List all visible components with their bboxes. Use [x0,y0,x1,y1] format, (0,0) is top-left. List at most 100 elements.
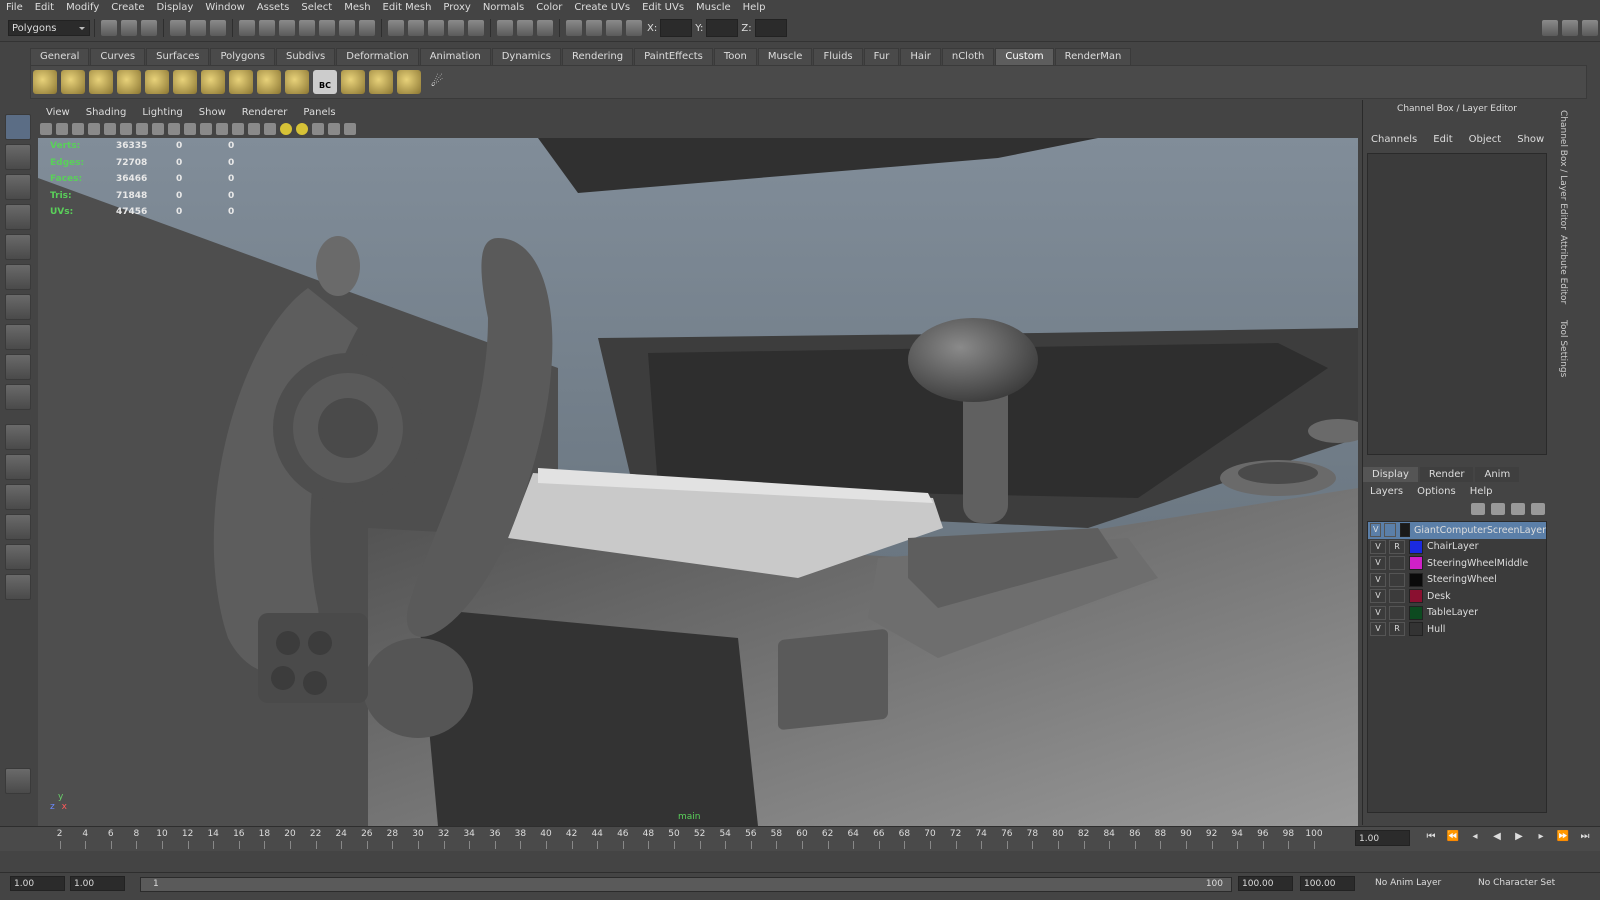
shelf-tab-renderman[interactable]: RenderMan [1054,48,1132,65]
channel-menu-show[interactable]: Show [1509,134,1552,145]
snap-curve-icon[interactable] [259,20,275,36]
menu-edit-mesh[interactable]: Edit Mesh [377,0,438,15]
layer-display-type-toggle[interactable] [1389,556,1405,571]
tab-attribute-editor[interactable]: Attribute Editor [1558,235,1568,304]
layer-color-swatch[interactable] [1409,589,1423,604]
transform-lock-icon[interactable] [626,20,642,36]
animation-start-field[interactable]: 1.00 [10,876,65,891]
layer-visibility-toggle[interactable]: V [1370,605,1386,620]
layer-row[interactable]: V TableLayer [1368,605,1546,622]
shelf-tool-13-icon[interactable] [369,70,393,94]
paint-select-tool-icon[interactable] [5,174,31,200]
image-plane-icon[interactable] [88,123,100,135]
snap-plane-icon[interactable] [299,20,315,36]
layer-menu-layers[interactable]: Layers [1363,486,1410,497]
viewport-menu-renderer[interactable]: Renderer [234,107,296,118]
tab-channel-box[interactable]: Channel Box / Layer Editor [1558,110,1568,230]
tab-tool-settings[interactable]: Tool Settings [1558,320,1568,377]
menu-help[interactable]: Help [737,0,772,15]
shelf-tool-3-icon[interactable] [89,70,113,94]
new-empty-layer-icon[interactable] [1511,503,1525,515]
shelf-tab-dynamics[interactable]: Dynamics [491,48,562,65]
wireframe-icon[interactable] [216,123,228,135]
shelf-tab-painteffects[interactable]: PaintEffects [634,48,713,65]
y-field[interactable] [706,19,739,37]
film-gate-icon[interactable] [120,123,132,135]
single-perspective-layout-icon[interactable] [5,424,31,450]
shelf-tool-6-icon[interactable] [173,70,197,94]
shelf-tool-2-icon[interactable] [61,70,85,94]
layer-visibility-toggle[interactable]: V [1370,556,1386,571]
save-scene-icon[interactable] [141,20,157,36]
shelf-tab-curves[interactable]: Curves [90,48,146,65]
layer-visibility-toggle[interactable]: V [1370,622,1386,637]
layer-display-type-toggle[interactable] [1389,572,1405,587]
menu-assets[interactable]: Assets [251,0,296,15]
shelf-tool-14-icon[interactable] [397,70,421,94]
shelf-tab-muscle[interactable]: Muscle [757,48,813,65]
menu-modify[interactable]: Modify [60,0,105,15]
channel-menu-channels[interactable]: Channels [1363,134,1425,145]
viewport-menu-view[interactable]: View [38,107,78,118]
textured-icon[interactable] [264,123,276,135]
layer-display-type-toggle[interactable]: R [1389,539,1405,554]
move-layer-up-icon[interactable] [1471,503,1485,515]
shelf-tab-deformation[interactable]: Deformation [336,48,419,65]
channel-menu-object[interactable]: Object [1461,134,1510,145]
render-settings-icon[interactable] [448,20,464,36]
soft-modification-icon[interactable] [5,324,31,350]
render-current-icon[interactable] [408,20,424,36]
shelf-tool-5-icon[interactable] [145,70,169,94]
menu-edit-uvs[interactable]: Edit UVs [636,0,690,15]
viewport-menu-show[interactable]: Show [191,107,234,118]
bookmark-icon[interactable] [72,123,84,135]
channel-list[interactable] [1367,153,1547,455]
graph-layout-icon[interactable] [5,514,31,540]
menu-mesh[interactable]: Mesh [338,0,376,15]
menu-proxy[interactable]: Proxy [437,0,476,15]
layer-visibility-toggle[interactable]: V [1370,572,1386,587]
uv-layout-icon[interactable] [5,574,31,600]
isolate-select-icon[interactable] [328,123,340,135]
perspective-viewport[interactable]: Verts: 36335 0 0 Edges: 72708 0 0 Faces: 36466 0 0 T… [38,138,1358,826]
menu-display[interactable]: Display [150,0,199,15]
current-frame-field[interactable]: 1.00 [1355,830,1410,846]
shadows-icon[interactable] [296,123,308,135]
layer-row[interactable]: V GiantComputerScreenLayer [1368,522,1546,539]
layer-row[interactable]: V R ChairLayer [1368,539,1546,556]
go-to-end-icon[interactable]: ⏭ [1578,831,1592,843]
layer-row[interactable]: V SteeringWheel [1368,572,1546,589]
four-view-layout-icon[interactable] [5,454,31,480]
layer-tab-anim[interactable]: Anim [1475,467,1520,482]
shelf-tool-7-icon[interactable] [201,70,225,94]
time-slider[interactable]: 2 4 6 8 10 12 14 16 18 20 22 24 26 28 30 32 34 36 38 40 42 44… [0,826,1600,851]
lasso-tool-icon[interactable] [5,144,31,170]
shelf-tool-12-icon[interactable] [341,70,365,94]
camera-select-icon[interactable] [40,123,52,135]
safe-action-icon[interactable] [184,123,196,135]
shelf-tab-subdivs[interactable]: Subdivs [275,48,336,65]
shelf-tool-8-icon[interactable] [229,70,253,94]
layer-visibility-toggle[interactable]: V [1370,539,1386,554]
menu-normals[interactable]: Normals [477,0,530,15]
shelf-tab-ncloth[interactable]: nCloth [941,48,995,65]
z-field[interactable] [754,19,787,37]
use-lights-icon[interactable] [280,123,292,135]
menu-muscle[interactable]: Muscle [690,0,737,15]
layer-display-type-toggle[interactable] [1384,523,1396,538]
viewport-menu-lighting[interactable]: Lighting [134,107,190,118]
smooth-shade-icon[interactable] [232,123,244,135]
xray-icon[interactable] [312,123,324,135]
menu-edit[interactable]: Edit [29,0,60,15]
xray-joints-icon[interactable] [344,123,356,135]
anim-layer-dropdown[interactable]: No Anim Layer [1372,876,1472,891]
grid-icon[interactable] [104,123,116,135]
resolution-gate-icon[interactable] [136,123,148,135]
step-back-frame-icon[interactable]: ◂ [1468,831,1482,843]
shelf-tool-9-icon[interactable] [257,70,281,94]
menu-create-uvs[interactable]: Create UVs [568,0,636,15]
shelf-tool-4-icon[interactable] [117,70,141,94]
character-set-dropdown[interactable]: No Character Set [1475,876,1580,891]
layer-color-swatch[interactable] [1399,523,1411,538]
x-field[interactable] [660,19,693,37]
